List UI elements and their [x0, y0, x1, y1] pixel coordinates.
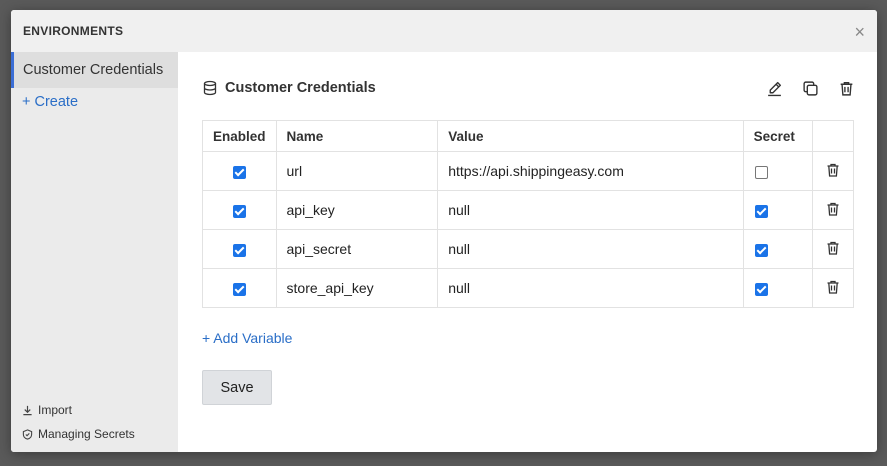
- enabled-checkbox[interactable]: [232, 165, 246, 179]
- table-header-row: Enabled Name Value Secret: [202, 120, 854, 152]
- variable-name[interactable]: url: [275, 151, 439, 191]
- enabled-checkbox[interactable]: [232, 243, 246, 257]
- secret-checkbox[interactable]: [754, 204, 768, 218]
- shield-icon: [22, 428, 33, 440]
- edit-icon[interactable]: [764, 78, 784, 98]
- secret-cell: [742, 229, 814, 269]
- import-label: Import: [38, 403, 73, 417]
- modal-header: ENVIRONMENTS ×: [11, 10, 877, 52]
- enabled-cell: [202, 268, 277, 308]
- secret-checkbox[interactable]: [754, 282, 768, 296]
- secret-cell: [742, 151, 814, 191]
- variable-name[interactable]: store_api_key: [275, 268, 439, 308]
- variable-value[interactable]: null: [437, 190, 744, 230]
- actions-column-header: [812, 120, 854, 152]
- secret-checkbox[interactable]: [754, 165, 768, 179]
- environment-sidebar: Customer Credentials + Create Import Man…: [11, 52, 178, 452]
- secret-column-header: Secret: [742, 120, 814, 152]
- table-row: api_secret null: [202, 229, 854, 269]
- environment-header: Customer Credentials: [202, 78, 854, 98]
- variable-value[interactable]: null: [437, 268, 744, 308]
- variable-name[interactable]: api_secret: [275, 229, 439, 269]
- delete-cell: [812, 268, 854, 308]
- enabled-cell: [202, 151, 277, 191]
- variable-name[interactable]: api_key: [275, 190, 439, 230]
- secret-cell: [742, 268, 814, 308]
- environment-name: Customer Credentials: [225, 80, 376, 96]
- trash-icon[interactable]: [836, 78, 856, 98]
- import-link[interactable]: Import: [22, 398, 135, 422]
- name-column-header: Name: [275, 120, 439, 152]
- database-icon: [203, 80, 217, 96]
- sidebar-item-customer-credentials[interactable]: Customer Credentials: [11, 52, 178, 88]
- managing-secrets-label: Managing Secrets: [38, 427, 135, 441]
- enabled-column-header: Enabled: [202, 120, 277, 152]
- close-icon[interactable]: ×: [854, 22, 865, 41]
- delete-cell: [812, 229, 854, 269]
- sidebar-item-label: Customer Credentials: [23, 62, 164, 78]
- environment-actions: [764, 78, 856, 98]
- table-row: store_api_key null: [202, 268, 854, 308]
- add-variable-link[interactable]: + Add Variable: [202, 330, 292, 346]
- variable-value[interactable]: null: [437, 229, 744, 269]
- enabled-cell: [202, 229, 277, 269]
- table-row: api_key null: [202, 190, 854, 230]
- sidebar-footer: Import Managing Secrets: [22, 398, 135, 446]
- download-icon: [23, 405, 32, 415]
- trash-icon[interactable]: [825, 279, 841, 295]
- modal-title: ENVIRONMENTS: [23, 24, 124, 38]
- trash-icon[interactable]: [825, 162, 841, 178]
- table-row: url https://api.shippingeasy.com: [202, 151, 854, 191]
- create-environment-link[interactable]: + Create: [11, 94, 178, 110]
- environments-modal: ENVIRONMENTS × Customer Credentials + Cr…: [11, 10, 877, 452]
- copy-icon[interactable]: [800, 78, 820, 98]
- delete-cell: [812, 190, 854, 230]
- enabled-checkbox[interactable]: [232, 204, 246, 218]
- variables-table: Enabled Name Value Secret url https://api…: [202, 120, 854, 308]
- enabled-cell: [202, 190, 277, 230]
- secret-cell: [742, 190, 814, 230]
- delete-cell: [812, 151, 854, 191]
- variable-value[interactable]: https://api.shippingeasy.com: [437, 151, 744, 191]
- trash-icon[interactable]: [825, 201, 841, 217]
- variables-table-body: url https://api.shippingeasy.com api_key nu…: [202, 151, 854, 308]
- environment-title: Customer Credentials: [202, 80, 376, 96]
- enabled-checkbox[interactable]: [232, 282, 246, 296]
- modal-body: Customer Credentials + Create Import Man…: [11, 52, 877, 452]
- secret-checkbox[interactable]: [754, 243, 768, 257]
- trash-icon[interactable]: [825, 240, 841, 256]
- save-button[interactable]: Save: [202, 370, 272, 405]
- managing-secrets-link[interactable]: Managing Secrets: [22, 422, 135, 446]
- environment-detail: Customer Credentials Enabled Name Value …: [178, 52, 877, 452]
- value-column-header: Value: [437, 120, 744, 152]
